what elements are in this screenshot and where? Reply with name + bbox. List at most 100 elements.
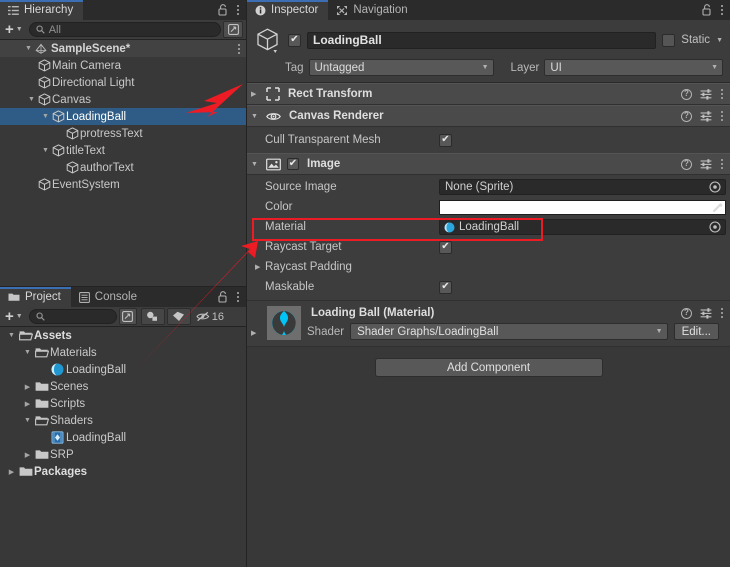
chevron-down-icon[interactable]: ▼ [251, 113, 260, 120]
component-header-canvas-renderer[interactable]: ▼ Canvas Renderer ? [247, 105, 730, 127]
project-item-srp[interactable]: ▶ SRP [0, 446, 246, 463]
project-item-loadingball[interactable]: LoadingBall [0, 429, 246, 446]
layer-dropdown[interactable]: UI ▼ [544, 59, 723, 76]
chevron-down-icon[interactable]: ▼ [22, 349, 33, 356]
kebab-menu-icon[interactable] [720, 5, 723, 15]
tab-hierarchy[interactable]: Hierarchy [0, 0, 84, 20]
kebab-menu-icon[interactable] [720, 308, 723, 318]
raycast-target-checkbox[interactable]: ✔ [439, 240, 452, 254]
lock-open-icon[interactable] [702, 4, 712, 16]
filter-by-label-button[interactable] [166, 308, 191, 325]
property-label: Color [265, 201, 293, 213]
kebab-menu-icon[interactable] [236, 5, 239, 15]
filter-by-type-button[interactable] [140, 308, 165, 325]
project-item-scripts[interactable]: ▶ Scripts [0, 395, 246, 412]
chevron-right-icon[interactable]: ▶ [251, 329, 261, 337]
project-item-shaders[interactable]: ▼ Shaders [0, 412, 246, 429]
chevron-right-icon[interactable]: ▶ [6, 468, 17, 476]
lock-open-icon[interactable] [218, 4, 228, 16]
hierarchy-item-main-camera[interactable]: Main Camera [0, 57, 246, 74]
tab-console[interactable]: Console [71, 287, 147, 307]
help-icon[interactable]: ? [681, 88, 692, 100]
chevron-down-icon[interactable]: ▼ [23, 45, 34, 52]
project-item-loadingball[interactable]: LoadingBall [0, 361, 246, 378]
chevron-right-icon[interactable]: ▶ [22, 400, 33, 408]
component-header-image[interactable]: ▼ ✔ Image ? [247, 153, 730, 175]
kebab-menu-icon[interactable] [720, 159, 723, 169]
object-picker-icon[interactable] [707, 179, 723, 195]
chevron-down-icon[interactable]: ▼ [6, 332, 17, 339]
preset-icon[interactable] [700, 88, 712, 100]
kebab-menu-icon[interactable] [237, 43, 240, 54]
material-object-field[interactable]: LoadingBall [439, 219, 726, 235]
chevron-down-icon[interactable]: ▼ [251, 161, 260, 168]
add-component-button[interactable]: Add Component [374, 358, 603, 377]
component-header-rect-transform[interactable]: ▶ Rect Transform ? [247, 83, 730, 105]
hierarchy-add-button[interactable]: + ▼ [3, 22, 27, 37]
shader-dropdown[interactable]: Shader Graphs/LoadingBall ▼ [350, 323, 668, 340]
project-item-label: Scenes [50, 380, 89, 393]
hierarchy-scene-row[interactable]: ▼ SampleScene* [0, 40, 246, 57]
tab-inspector[interactable]: Inspector [247, 0, 329, 20]
image-enabled-checkbox[interactable]: ✔ [287, 158, 299, 170]
kebab-menu-icon[interactable] [720, 111, 723, 121]
chevron-right-icon[interactable]: ▶ [22, 383, 33, 391]
gameobject-name-field[interactable]: LoadingBall [307, 31, 657, 49]
hidden-packages-indicator[interactable]: 16 [196, 311, 228, 323]
tab-navigation[interactable]: Navigation [328, 0, 417, 20]
folder-icon [19, 467, 32, 476]
preset-icon[interactable] [700, 110, 712, 122]
color-field[interactable] [439, 199, 726, 215]
property-row-raycast-padding[interactable]: ▶ Raycast Padding [247, 257, 730, 277]
preset-icon[interactable] [700, 307, 712, 319]
source-image-object-field[interactable]: None (Sprite) [439, 179, 726, 195]
hierarchy-expand-button[interactable] [223, 21, 243, 38]
help-icon[interactable]: ? [681, 158, 692, 170]
help-icon[interactable]: ? [681, 110, 692, 122]
chevron-right-icon[interactable]: ▶ [251, 90, 260, 98]
hierarchy-item-titletext[interactable]: ▼ titleText [0, 142, 246, 159]
chevron-down-icon[interactable]: ▼ [26, 96, 37, 103]
component-controls: ? [681, 88, 723, 100]
tag-dropdown[interactable]: Untagged ▼ [308, 59, 494, 76]
tab-project[interactable]: Project [0, 287, 71, 307]
preset-icon[interactable] [700, 158, 712, 170]
eyedropper-icon[interactable] [708, 201, 726, 214]
kebab-menu-icon[interactable] [720, 89, 723, 99]
chevron-right-icon[interactable]: ▶ [22, 451, 33, 459]
hierarchy-search-input[interactable]: All [28, 22, 221, 37]
project-item-scenes[interactable]: ▶ Scenes [0, 378, 246, 395]
chevron-down-icon[interactable]: ▼ [716, 37, 723, 44]
panel-divider-horizontal[interactable] [0, 286, 246, 287]
hierarchy-item-canvas[interactable]: ▼ Canvas [0, 91, 246, 108]
static-checkbox[interactable] [662, 33, 676, 47]
chevron-down-icon[interactable]: ▼ [40, 113, 51, 120]
hierarchy-item-loadingball[interactable]: ▼ LoadingBall [0, 108, 246, 125]
hierarchy-item-eventsystem[interactable]: EventSystem [0, 176, 246, 193]
project-search-input[interactable] [28, 309, 117, 324]
project-item-packages[interactable]: ▶ Packages [0, 463, 246, 480]
chevron-right-icon[interactable]: ▶ [255, 263, 265, 271]
lock-open-icon[interactable] [218, 291, 228, 303]
help-icon[interactable]: ? [681, 307, 692, 319]
kebab-menu-icon[interactable] [236, 292, 239, 302]
panel-divider-vertical[interactable] [246, 0, 247, 567]
edit-shader-button[interactable]: Edit... [673, 323, 719, 340]
cull-transparent-mesh-checkbox[interactable]: ✔ [439, 133, 452, 147]
maskable-checkbox[interactable]: ✔ [439, 280, 452, 294]
project-add-button[interactable]: + ▼ [3, 309, 27, 324]
chevron-down-icon[interactable]: ▼ [22, 417, 33, 424]
gameobject-enabled-checkbox[interactable]: ✔ [288, 33, 301, 47]
project-expand-button[interactable] [118, 308, 137, 325]
property-row-maskable: Maskable ✔ [247, 277, 730, 297]
hierarchy-item-label: authorText [80, 161, 134, 174]
project-item-assets[interactable]: ▼ Assets [0, 327, 246, 344]
object-picker-icon[interactable] [707, 219, 723, 235]
hierarchy-item-protresstext[interactable]: protressText [0, 125, 246, 142]
folder-icon [35, 399, 48, 408]
chevron-down-icon[interactable]: ▼ [40, 147, 51, 154]
hierarchy-item-directional-light[interactable]: Directional Light [0, 74, 246, 91]
project-item-materials[interactable]: ▼ Materials [0, 344, 246, 361]
property-row-raycast-target: Raycast Target ✔ [247, 237, 730, 257]
hierarchy-item-authortext[interactable]: authorText [0, 159, 246, 176]
